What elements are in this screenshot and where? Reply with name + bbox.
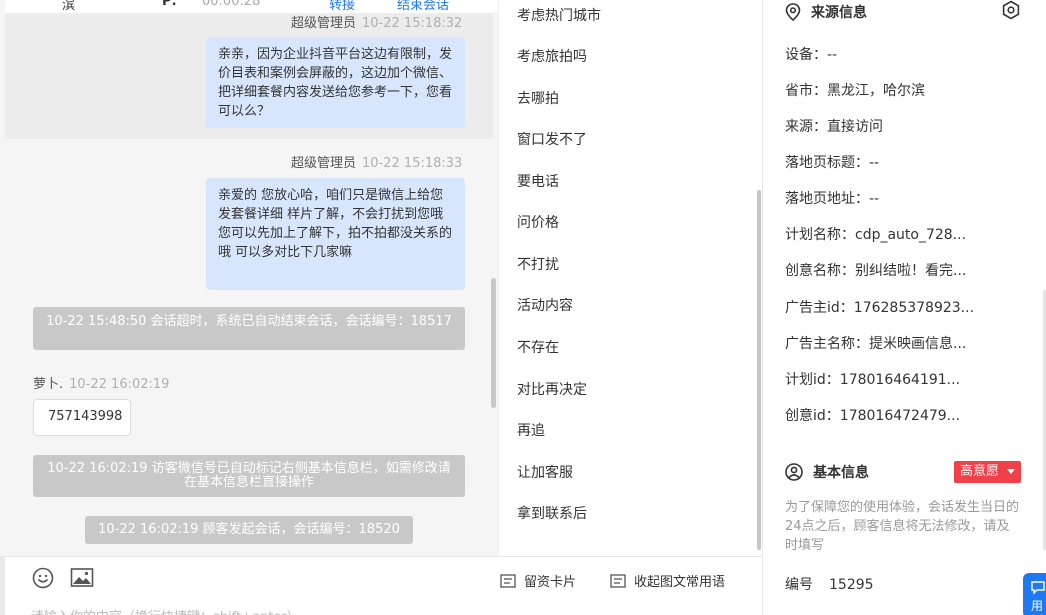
message-time: 10-22 15:18:33 [362, 156, 463, 171]
info-value: -- [869, 191, 880, 207]
system-message: 10-22 16:02:19 访客微信号已自动标记右侧基本信息栏，如需修改请在基… [33, 455, 465, 497]
quick-phrase-item[interactable]: 要电话 [517, 171, 559, 191]
lead-card-button[interactable]: 留资卡片 [500, 571, 576, 590]
quick-phrase-item[interactable]: 考虑热门城市 [517, 5, 601, 25]
info-row-source: 来源：直接访问 [785, 116, 883, 136]
info-key: 创意名称： [785, 263, 855, 279]
info-row-creative-id: 创意id：178016472479... [785, 405, 960, 425]
image-icon[interactable] [70, 567, 94, 589]
user-circle-icon [785, 463, 803, 481]
card-icon [500, 573, 516, 588]
info-value: 15295 [829, 577, 874, 593]
system-message: 10-22 15:48:50 会话超时，系统已自动结束会话，会话编号：18517 [33, 307, 465, 350]
quick-phrase-item[interactable]: 拿到联系后 [517, 503, 587, 523]
phrase-icon [610, 573, 626, 588]
info-row-advertiser-name: 广告主名称：提米映画信息... [785, 333, 966, 353]
message-input[interactable]: 请输入你的内容（换行快捷键：shift+enter） [31, 606, 300, 615]
session-timer: 00:00:28 [202, 0, 261, 9]
agent-message-bubble: 亲亲，因为企业抖音平台这边有限制，发价目表和案例会屏蔽的，这边加个微信、把详细套… [206, 37, 465, 128]
chat-scrollbar[interactable] [491, 278, 496, 408]
intent-level-label: 高意愿 [960, 464, 1000, 479]
edit-notice: 为了保障您的使用体验，会话发生当日的24点之后，顾客信息将无法修改，请及时填写 [785, 500, 1020, 553]
quick-phrase-panel: 考虑热门城市 考虑旅拍吗 去哪拍 窗口发不了 要电话 问价格 不打扰 活动内容 … [498, 0, 762, 556]
emoji-icon[interactable] [32, 567, 54, 589]
source-info-title: 来源信息 [811, 5, 867, 21]
info-row-advertiser-id: 广告主id：176285378923... [785, 297, 974, 317]
caret-down-icon [1007, 469, 1015, 474]
quick-phrase-item[interactable]: 让加客服 [517, 462, 573, 482]
message-meta: 萝卜. 10-22 16:02:19 [33, 373, 169, 392]
quick-phrase-item[interactable]: 对比再决定 [517, 379, 587, 399]
system-message: 10-22 16:02:19 顾客发起会话，会话编号：18520 [85, 516, 413, 544]
sender-name: 超级管理员 [291, 156, 357, 171]
floating-service-label: 用 [1031, 599, 1044, 613]
chat-panel: 滨 Ᵽ: 00:00:28 转接 结束会话 超级管理员 10-22 15:18:3… [0, 0, 498, 556]
sender-name: 超级管理员 [291, 16, 357, 31]
info-key: 落地页标题： [785, 155, 869, 171]
info-row-plan-id: 计划id：178016464191... [785, 369, 960, 389]
quick-phrase-item[interactable]: 考虑旅拍吗 [517, 46, 587, 66]
settings-icon[interactable] [1001, 0, 1021, 20]
info-key: 落地页地址： [785, 191, 869, 207]
info-row-plan-name: 计划名称：cdp_auto_728... [785, 224, 966, 244]
message-time: 10-22 16:02:19 [69, 377, 170, 392]
info-key: 创意id： [785, 408, 840, 424]
basic-info-header: 基本信息 [785, 462, 869, 482]
collapse-phrases-button[interactable]: 收起图文常用语 [610, 571, 725, 590]
quick-phrase-item[interactable]: 窗口发不了 [517, 129, 587, 149]
message-time: 10-22 15:18:32 [362, 16, 463, 31]
sender-name: 萝卜. [33, 377, 64, 392]
phrase-scrollbar[interactable] [757, 190, 761, 550]
message-meta: 超级管理员 10-22 15:18:33 [291, 152, 462, 171]
info-value: -- [827, 47, 838, 63]
basic-info-title: 基本信息 [813, 465, 869, 481]
info-row-landing-title: 落地页标题：-- [785, 152, 879, 172]
chat-icon [1031, 581, 1045, 595]
message-input-area: 留资卡片 收起图文常用语 请输入你的内容（换行快捷键：shift+enter） [5, 556, 762, 615]
info-value: 178016472479... [839, 408, 961, 424]
intent-level-select[interactable]: 高意愿 [954, 461, 1021, 483]
location-pin-icon [785, 3, 801, 21]
collapse-phrases-label: 收起图文常用语 [634, 575, 726, 590]
info-key: 编号 [785, 577, 813, 593]
floating-service-button[interactable]: 用 [1023, 573, 1046, 615]
info-key: 计划id： [785, 372, 840, 388]
info-panel: 来源信息 设备：-- 省市：黑龙江，哈尔滨 来源：直接访问 落地页标题：-- 落… [762, 0, 1046, 615]
info-value: 提米映画信息... [869, 336, 967, 352]
info-value: cdp_auto_728... [855, 227, 967, 243]
info-key: 设备： [785, 47, 827, 63]
message-meta: 超级管理员 10-22 15:18:32 [291, 12, 462, 31]
info-key: 来源： [785, 119, 827, 135]
info-value: 直接访问 [827, 119, 883, 135]
quick-phrase-item[interactable]: 活动内容 [517, 295, 573, 315]
info-row-device: 设备：-- [785, 44, 837, 64]
quick-phrase-item[interactable]: 不存在 [517, 337, 559, 357]
visitor-city: 滨 [62, 0, 76, 13]
agent-message-bubble: 亲爱的 您放心哈，咱们只是微信上给您发套餐详细 样片了解，不会打扰到您哦 您可以… [206, 178, 465, 290]
info-key: 省市： [785, 83, 827, 99]
status-icon: Ᵽ: [162, 0, 177, 9]
info-row-landing-url: 落地页地址：-- [785, 188, 879, 208]
info-row-province: 省市：黑龙江，哈尔滨 [785, 80, 925, 100]
visitor-message-bubble: 757143998 [33, 399, 131, 436]
info-value: 别纠结啦！看完... [855, 263, 967, 279]
info-key: 广告主名称： [785, 336, 869, 352]
info-value: -- [869, 155, 880, 171]
info-value: 178016464191... [839, 372, 961, 388]
info-row-customer-id: 编号 15295 [785, 574, 874, 594]
info-row-creative-name: 创意名称：别纠结啦！看完... [785, 260, 966, 280]
info-value: 黑龙江，哈尔滨 [827, 83, 925, 99]
lead-card-label: 留资卡片 [524, 575, 577, 590]
quick-phrase-item[interactable]: 再追 [517, 420, 545, 440]
quick-phrase-item[interactable]: 不打扰 [517, 254, 559, 274]
quick-phrase-item[interactable]: 问价格 [517, 212, 559, 232]
source-info-header: 来源信息 [785, 2, 867, 22]
app-root: 滨 Ᵽ: 00:00:28 转接 结束会话 超级管理员 10-22 15:18:3… [0, 0, 1046, 615]
quick-phrase-item[interactable]: 去哪拍 [517, 88, 559, 108]
info-value: 176285378923... [853, 300, 975, 316]
info-key: 广告主id： [785, 300, 854, 316]
info-key: 计划名称： [785, 227, 855, 243]
